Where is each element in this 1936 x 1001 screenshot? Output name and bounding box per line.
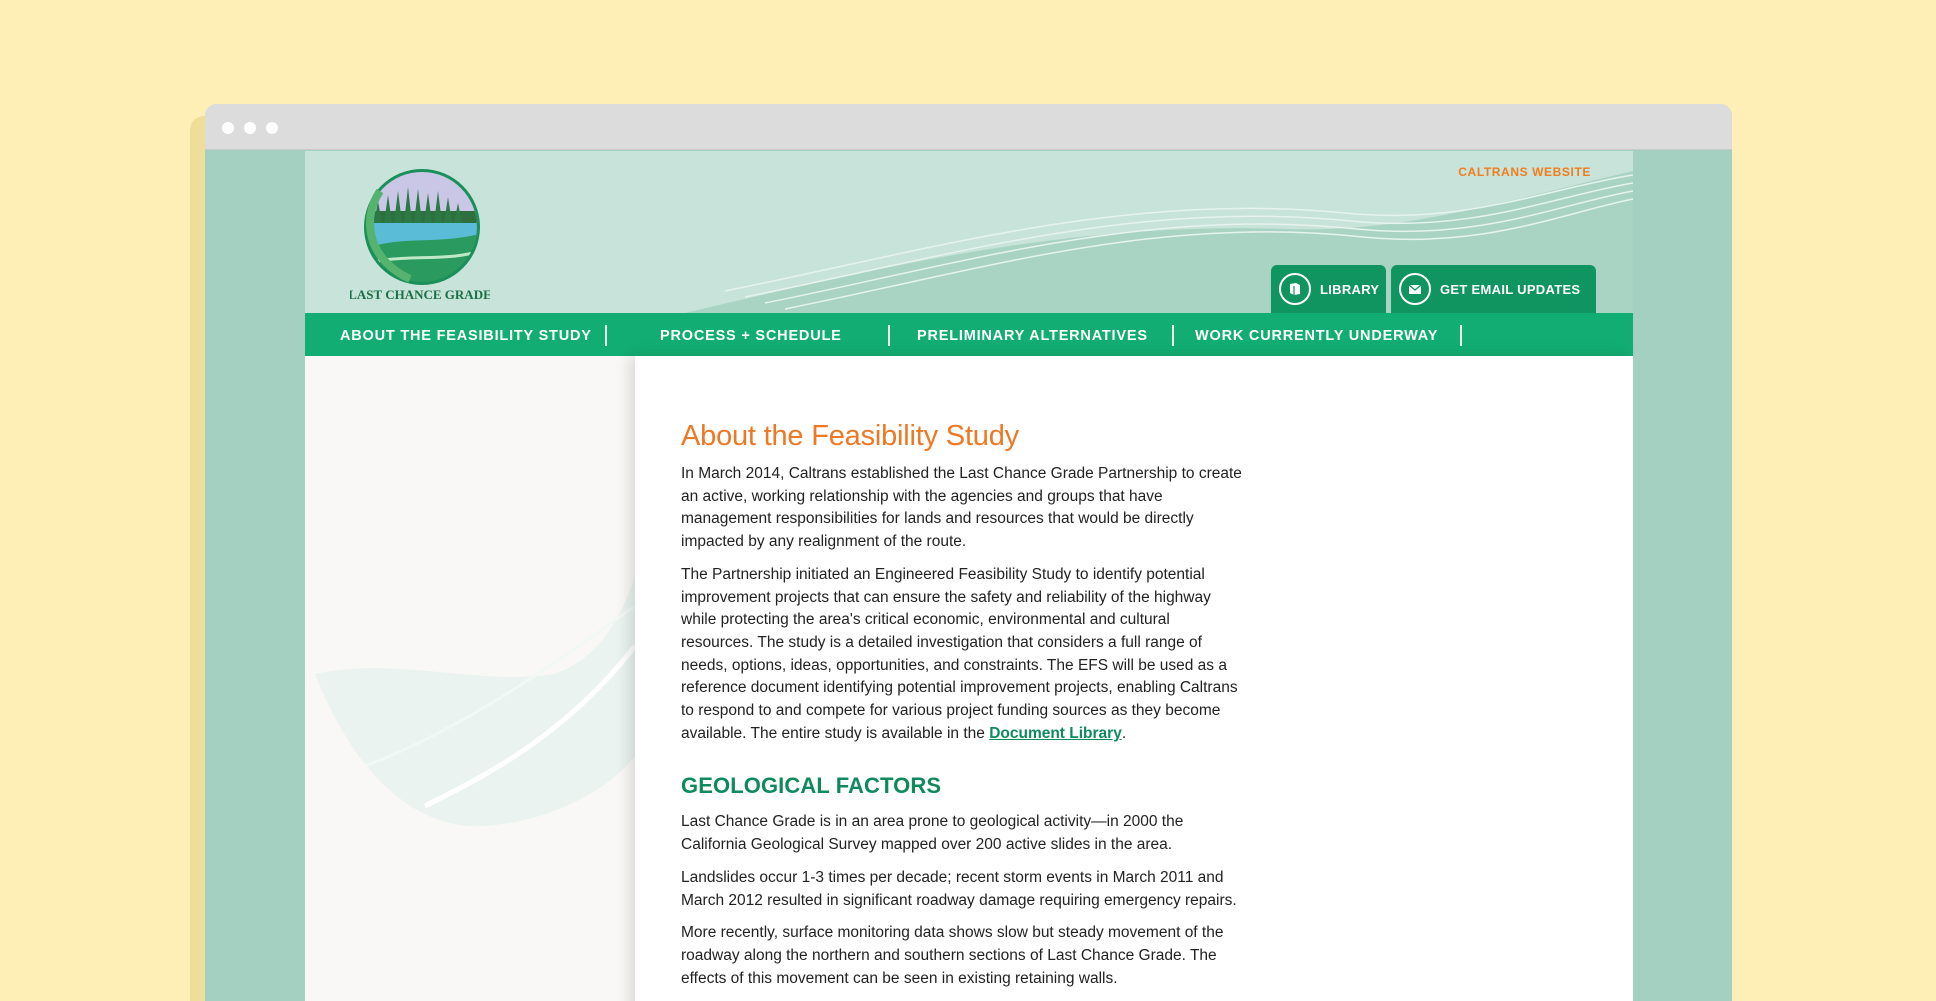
nav-divider <box>605 325 607 346</box>
nav-item-alternatives[interactable]: PRELIMINARY ALTERNATIVES <box>917 328 1148 344</box>
landslides-paragraph: Landslides occur 1-3 times per decade; r… <box>681 868 1237 909</box>
window-dot-icon[interactable] <box>222 122 234 134</box>
browser-toolbar <box>205 104 1732 150</box>
main-content: About the Feasibility Study In March 201… <box>635 356 1633 1001</box>
nav-item-about[interactable]: ABOUT THE FEASIBILITY STUDY <box>340 328 592 344</box>
nav-divider <box>1172 325 1174 346</box>
paragraph-text: The Partnership initiated an Engineered … <box>681 565 1238 742</box>
tab-library[interactable]: LIBRARY <box>1271 265 1386 313</box>
window-dot-icon[interactable] <box>266 122 278 134</box>
geology-paragraph: Last Chance Grade is in an area prone to… <box>681 813 1184 854</box>
book-icon <box>1279 273 1311 305</box>
last-chance-grade-logo[interactable]: LAST CHANCE GRADE <box>350 161 490 309</box>
tab-email-updates[interactable]: GET EMAIL UPDATES <box>1391 265 1596 313</box>
nav-item-process[interactable]: PROCESS + SCHEDULE <box>660 328 842 344</box>
paragraph-end: . <box>1121 724 1127 742</box>
left-sidebar <box>305 356 635 1001</box>
nav-item-work[interactable]: WORK CURRENTLY UNDERWAY <box>1195 328 1438 344</box>
website: LAST CHANCE GRADE CALTRANS WEBSITE LIBRA… <box>305 151 1633 1001</box>
document-library-link[interactable]: Document Library <box>989 725 1122 742</box>
main-nav: ABOUT THE FEASIBILITY STUDY PROCESS + SC… <box>305 313 1633 356</box>
nav-divider <box>888 325 890 346</box>
intro-paragraph: In March 2014, Caltrans established the … <box>681 465 1242 551</box>
tab-label: LIBRARY <box>1320 281 1380 297</box>
envelope-icon <box>1399 273 1431 305</box>
site-header: LAST CHANCE GRADE CALTRANS WEBSITE LIBRA… <box>305 151 1633 313</box>
caltrans-website-link[interactable]: CALTRANS WEBSITE <box>1458 165 1591 179</box>
browser-window: LAST CHANCE GRADE CALTRANS WEBSITE LIBRA… <box>205 104 1732 1001</box>
tab-label: GET EMAIL UPDATES <box>1440 281 1581 297</box>
window-dot-icon[interactable] <box>244 122 256 134</box>
monitoring-paragraph: More recently, surface monitoring data s… <box>681 924 1224 987</box>
section-heading: GEOLOGICAL FACTORS <box>681 773 942 799</box>
page-title: About the Feasibility Study <box>681 420 1019 452</box>
nav-divider <box>1460 325 1462 346</box>
logo-text: LAST CHANCE GRADE <box>350 287 490 302</box>
leaf-decoration <box>315 576 635 826</box>
study-paragraph: The Partnership initiated an Engineered … <box>681 564 1246 746</box>
